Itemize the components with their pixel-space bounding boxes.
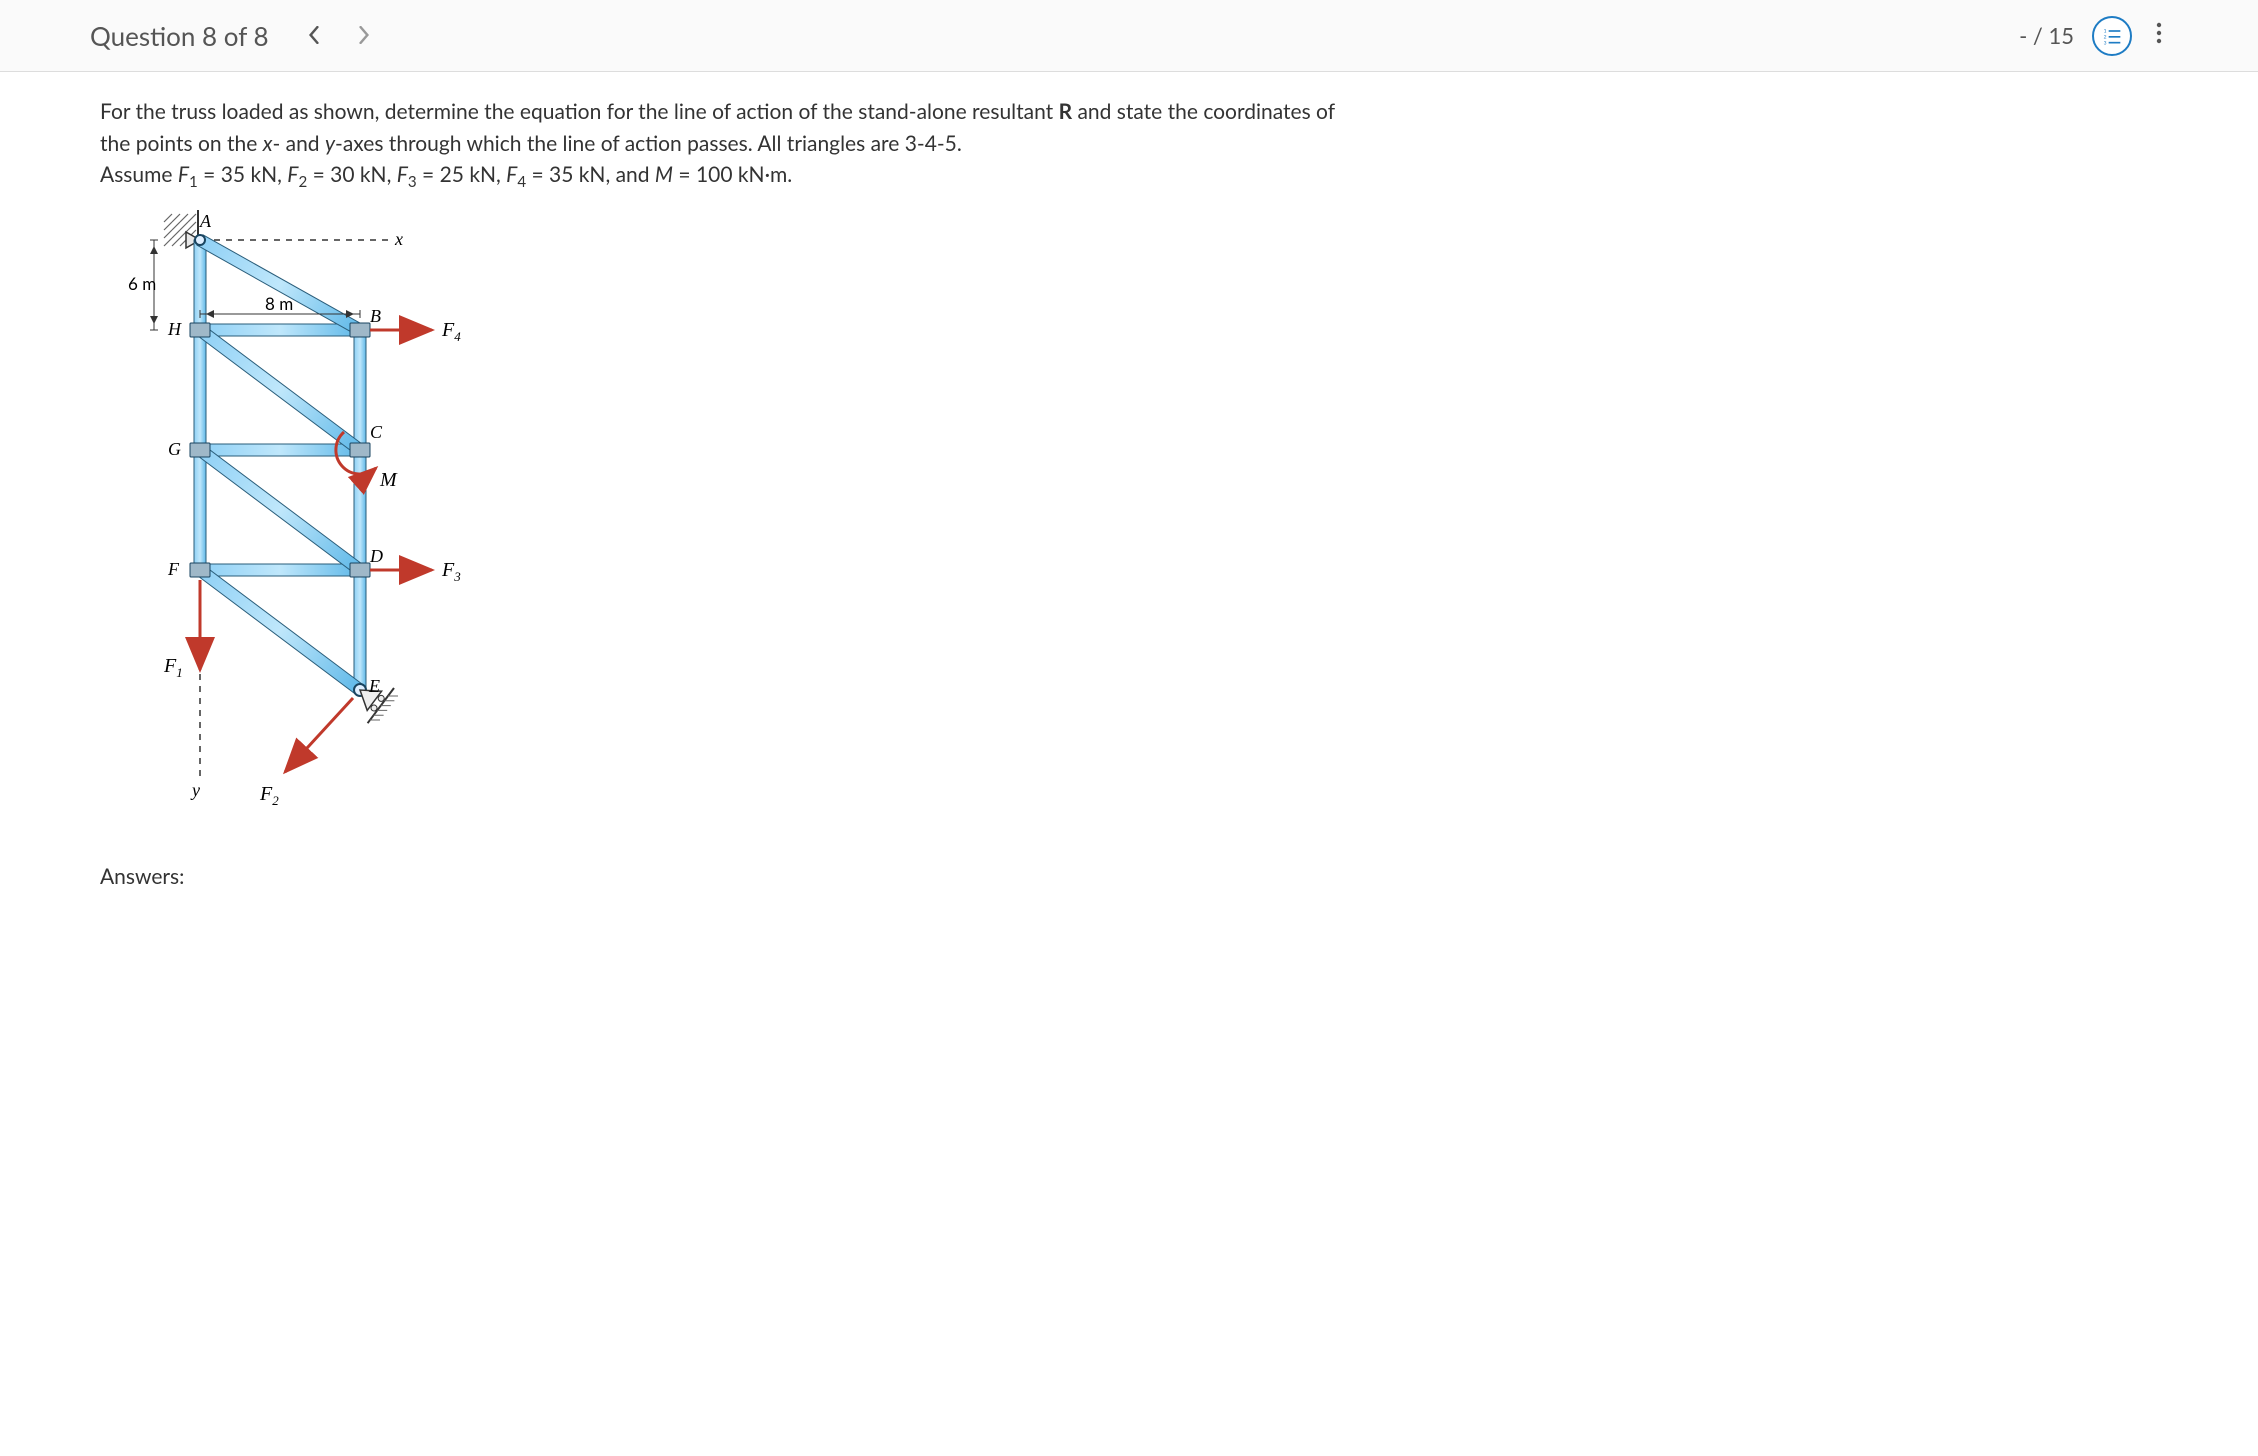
value: 100 kN·m. (696, 162, 792, 187)
var-R: R (1059, 99, 1073, 124)
var-F: F (397, 162, 408, 187)
var-y: y (325, 131, 335, 156)
svg-text:F: F (167, 559, 180, 579)
text: = (198, 162, 221, 187)
dim-label: 6 m (128, 273, 156, 294)
problem-statement: For the truss loaded as shown, determine… (100, 96, 1360, 194)
text: = (673, 162, 696, 187)
question-list-button[interactable]: 1 2 3 (2092, 16, 2132, 56)
next-question-button[interactable] (349, 18, 379, 53)
var-x: x (263, 131, 273, 156)
svg-text:3: 3 (2104, 40, 2107, 46)
sub: 3 (408, 173, 417, 191)
svg-text:H: H (167, 319, 182, 339)
text: = (417, 162, 440, 187)
nav-arrows (299, 18, 379, 53)
value: 35 kN, (221, 162, 288, 187)
question-title: Question 8 of 8 (90, 20, 269, 52)
var-M: M (655, 162, 673, 187)
dimension-6m: 6 m (128, 240, 158, 330)
force-arrow-F2 (285, 698, 353, 772)
label-F2: F2 (259, 783, 279, 808)
dimension-8m: 8 m (200, 293, 360, 318)
svg-text:G: G (168, 439, 181, 459)
text: -axes through which the line of action p… (335, 131, 962, 156)
sub: 1 (189, 173, 198, 191)
list-icon: 1 2 3 (2102, 26, 2122, 46)
svg-text:B: B (370, 306, 381, 326)
var-F: F (178, 162, 189, 187)
sub: 4 (517, 173, 526, 191)
var-F: F (506, 162, 517, 187)
label-F3: F3 (441, 559, 461, 584)
value: 25 kN, (440, 162, 507, 187)
more-options-button[interactable] (2150, 21, 2168, 51)
svg-text:D: D (369, 546, 383, 566)
value: 30 kN, (330, 162, 397, 187)
svg-text:C: C (370, 422, 383, 442)
axis-label-x: x (394, 229, 403, 249)
text: For the truss loaded as shown, determine… (100, 99, 1059, 124)
score-display: - / 15 (2019, 22, 2074, 49)
svg-text:E: E (368, 676, 380, 696)
question-content: For the truss loaded as shown, determine… (0, 72, 2258, 913)
text: = (307, 162, 330, 187)
question-header: Question 8 of 8 - / 15 1 2 3 (0, 0, 2258, 72)
prev-question-button[interactable] (299, 18, 329, 53)
dim-label: 8 m (265, 293, 293, 314)
axis-label-y: y (190, 780, 200, 800)
sub: 2 (298, 173, 307, 191)
var-F: F (287, 162, 298, 187)
kebab-icon (2156, 21, 2162, 45)
text: - and (272, 131, 324, 156)
label-M: M (379, 469, 398, 491)
svg-text:A: A (199, 211, 212, 231)
label-F1: F1 (163, 655, 183, 680)
text: = (526, 162, 549, 187)
value: 35 kN, and (549, 162, 655, 187)
truss-figure: x (120, 210, 2158, 840)
label-F4: F4 (441, 319, 461, 344)
answers-heading: Answers: (100, 864, 2158, 889)
text: Assume (100, 162, 178, 187)
